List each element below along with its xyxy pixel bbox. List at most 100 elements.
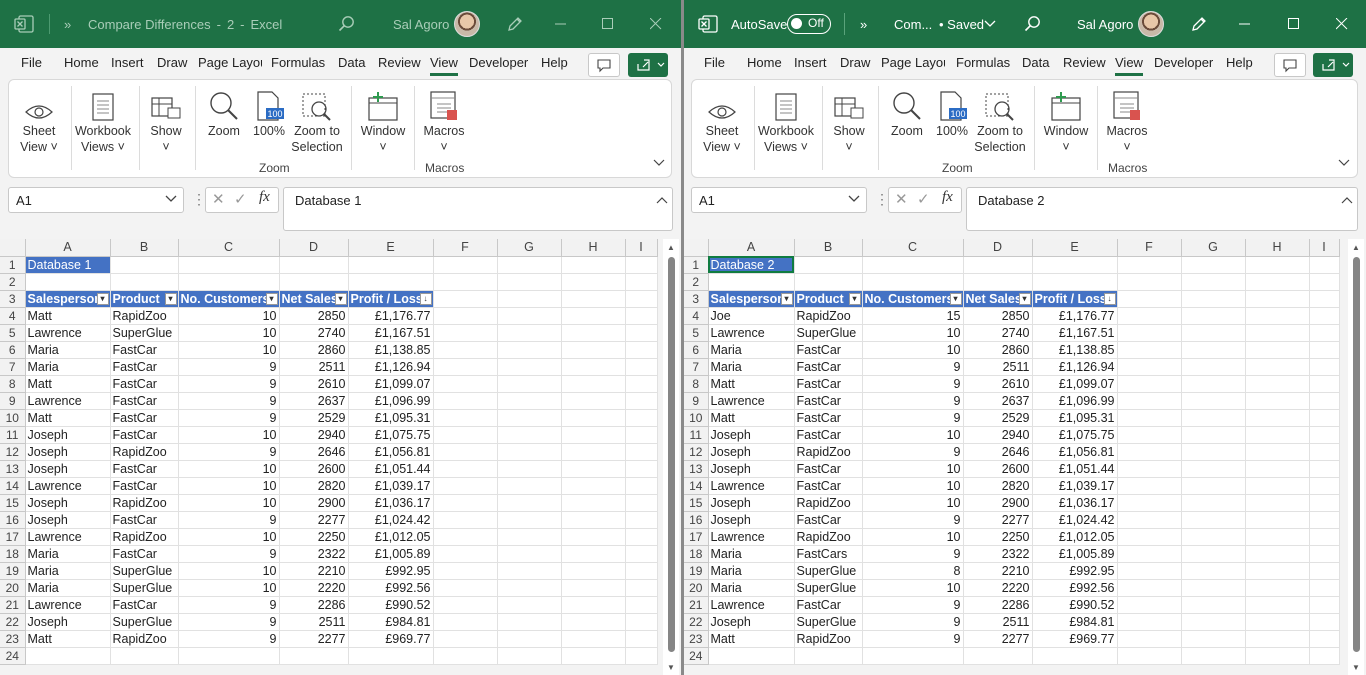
column-header-e[interactable]: E: [348, 239, 434, 257]
cell[interactable]: [433, 426, 498, 444]
row-header[interactable]: 22: [684, 613, 709, 631]
cell[interactable]: [1117, 375, 1182, 393]
table-cell[interactable]: FastCar: [110, 511, 179, 529]
column-header-d[interactable]: D: [279, 239, 349, 257]
tab-developer[interactable]: Developer: [1154, 55, 1213, 70]
cell[interactable]: [1181, 409, 1246, 427]
table-cell[interactable]: 2220: [963, 579, 1033, 597]
cell[interactable]: [1245, 426, 1310, 444]
table-cell[interactable]: £1,012.05: [348, 528, 434, 546]
cell[interactable]: [433, 596, 498, 614]
cell[interactable]: [497, 256, 562, 274]
cell[interactable]: [1181, 290, 1246, 308]
table-cell[interactable]: Joe: [708, 307, 795, 325]
table-cell[interactable]: 9: [862, 375, 964, 393]
cell-a1[interactable]: Database 1: [25, 256, 111, 274]
table-cell[interactable]: 9: [862, 613, 964, 631]
cell[interactable]: [1245, 273, 1310, 291]
column-header-d[interactable]: D: [963, 239, 1033, 257]
cell[interactable]: [497, 375, 562, 393]
scroll-up-icon[interactable]: ▲: [1352, 243, 1360, 252]
cell[interactable]: [625, 443, 658, 461]
table-cell[interactable]: 10: [178, 426, 280, 444]
cell[interactable]: [348, 273, 434, 291]
designer-pen-icon[interactable]: [505, 0, 525, 48]
filter-dropdown-icon[interactable]: ▾: [949, 292, 962, 305]
row-header[interactable]: 8: [0, 375, 26, 393]
window-button[interactable]: Window ˅: [355, 86, 411, 155]
cell[interactable]: [1181, 528, 1246, 546]
table-cell[interactable]: £1,039.17: [348, 477, 434, 495]
cell[interactable]: [862, 256, 964, 274]
table-cell[interactable]: 10: [862, 341, 964, 359]
table-cell[interactable]: Matt: [25, 375, 111, 393]
table-cell[interactable]: £992.56: [1032, 579, 1118, 597]
file-name[interactable]: Com...: [894, 0, 932, 48]
table-cell[interactable]: 9: [862, 511, 964, 529]
table-cell[interactable]: SuperGlue: [794, 562, 863, 580]
table-cell[interactable]: 10: [862, 324, 964, 342]
table-cell[interactable]: £984.81: [1032, 613, 1118, 631]
table-cell[interactable]: 9: [178, 511, 280, 529]
table-cell[interactable]: 2511: [963, 358, 1033, 376]
user-name[interactable]: Sal Agoro: [393, 0, 449, 48]
cell[interactable]: [1181, 511, 1246, 529]
row-header[interactable]: 18: [684, 545, 709, 563]
table-cell[interactable]: RapidZoo: [110, 307, 179, 325]
table-cell[interactable]: 2820: [963, 477, 1033, 495]
row-header[interactable]: 13: [0, 460, 26, 478]
cell[interactable]: [497, 596, 562, 614]
cell[interactable]: [433, 273, 498, 291]
table-cell[interactable]: Lawrence: [708, 528, 795, 546]
name-box[interactable]: A1: [8, 187, 184, 213]
cell[interactable]: [178, 256, 280, 274]
cell[interactable]: [1181, 324, 1246, 342]
cell[interactable]: [110, 256, 179, 274]
table-cell[interactable]: SuperGlue: [794, 613, 863, 631]
worksheet-grid[interactable]: A B C D E F G H I 1 Database 2 2 3 Salesperson ▾ Produc…: [684, 239, 1340, 665]
cell-a1[interactable]: Database 2: [708, 256, 795, 274]
cell[interactable]: [1181, 613, 1246, 631]
cell[interactable]: [497, 307, 562, 325]
cell[interactable]: [1117, 613, 1182, 631]
table-cell[interactable]: 10: [178, 307, 280, 325]
cell[interactable]: [497, 613, 562, 631]
more-commands-icon[interactable]: »: [860, 0, 867, 48]
insert-function-icon[interactable]: fx: [942, 189, 953, 206]
table-cell[interactable]: £1,075.75: [1032, 426, 1118, 444]
collapse-formula-icon[interactable]: [1341, 192, 1353, 207]
cell[interactable]: [625, 375, 658, 393]
table-cell[interactable]: Joseph: [25, 426, 111, 444]
table-cell[interactable]: FastCar: [794, 460, 863, 478]
table-cell[interactable]: FastCar: [794, 392, 863, 410]
table-cell[interactable]: RapidZoo: [110, 494, 179, 512]
row-header[interactable]: 10: [684, 409, 709, 427]
cell[interactable]: [433, 443, 498, 461]
table-cell[interactable]: 9: [862, 409, 964, 427]
avatar[interactable]: [1138, 0, 1164, 48]
macros-button[interactable]: Macros ˅: [1102, 86, 1152, 155]
column-header-i[interactable]: I: [625, 239, 658, 257]
row-header[interactable]: 16: [0, 511, 26, 529]
cell[interactable]: [1309, 613, 1340, 631]
table-cell[interactable]: £1,075.75: [348, 426, 434, 444]
cell[interactable]: [625, 579, 658, 597]
table-cell[interactable]: SuperGlue: [794, 579, 863, 597]
cell[interactable]: [1309, 630, 1340, 648]
table-cell[interactable]: Maria: [708, 579, 795, 597]
cell[interactable]: [1181, 341, 1246, 359]
row-header[interactable]: 15: [684, 494, 709, 512]
cell[interactable]: [433, 494, 498, 512]
cell[interactable]: [625, 613, 658, 631]
cell[interactable]: [1117, 358, 1182, 376]
tab-data[interactable]: Data: [1022, 55, 1049, 70]
cell[interactable]: [433, 392, 498, 410]
table-cell[interactable]: 9: [862, 392, 964, 410]
select-all-corner[interactable]: [0, 239, 26, 257]
cell[interactable]: [625, 409, 658, 427]
cell[interactable]: [25, 647, 111, 665]
table-cell[interactable]: Lawrence: [25, 324, 111, 342]
table-cell[interactable]: Matt: [25, 409, 111, 427]
cell[interactable]: [1245, 392, 1310, 410]
table-cell[interactable]: £1,095.31: [348, 409, 434, 427]
